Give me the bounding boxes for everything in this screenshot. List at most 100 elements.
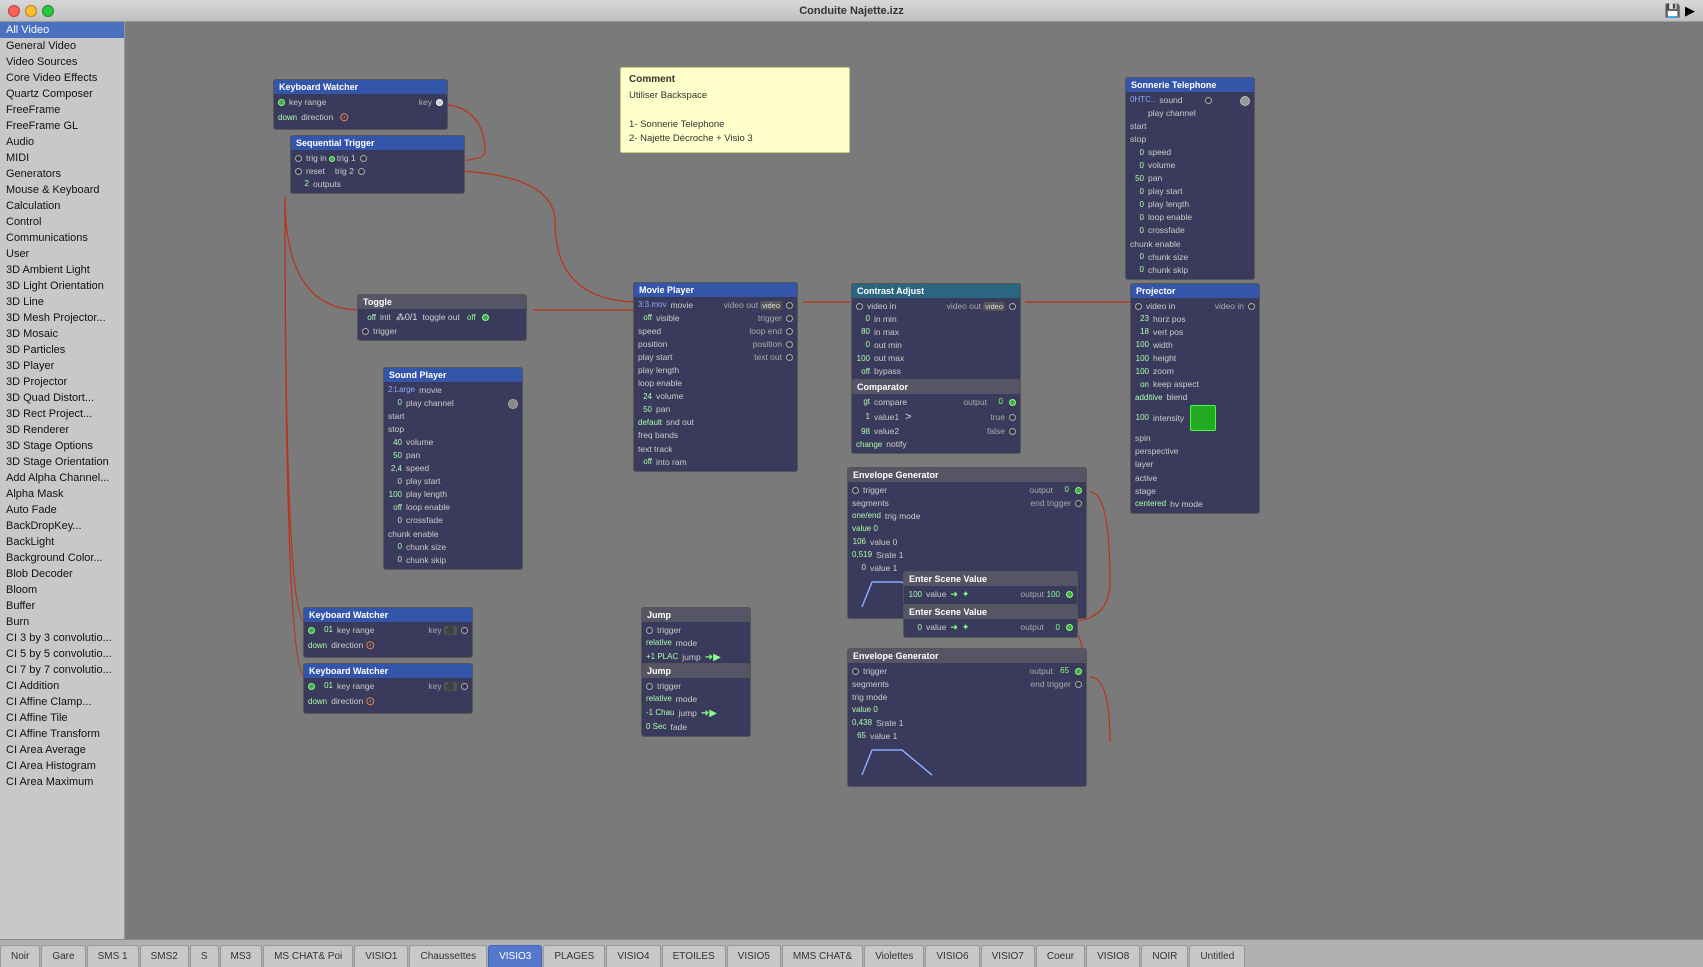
close-button[interactable] xyxy=(8,5,20,17)
node-toggle[interactable]: Toggle off init ⁂0/1 toggle out off trig… xyxy=(357,294,527,341)
sidebar-item-3d-mosaic[interactable]: 3D Mosaic xyxy=(0,326,124,342)
sidebar-item-blob[interactable]: Blob Decoder xyxy=(0,566,124,582)
node-envelope-gen-2[interactable]: Envelope Generator trigger output 65 seg… xyxy=(847,648,1087,787)
tab-visio6[interactable]: VISIO6 xyxy=(925,945,979,967)
canvas[interactable]: Comment Utiliser Backspace 1- Sonnerie T… xyxy=(125,22,1703,939)
sidebar-item-ci-affine-tile[interactable]: CI Affine Tile xyxy=(0,710,124,726)
sidebar-item-bg-color[interactable]: Background Color... xyxy=(0,550,124,566)
node-title: Enter Scene Value xyxy=(904,605,1077,619)
sidebar-item-3d-quad[interactable]: 3D Quad Distort... xyxy=(0,390,124,406)
tab-gare[interactable]: Gare xyxy=(41,945,85,967)
sidebar-item-communications[interactable]: Communications xyxy=(0,230,124,246)
sidebar-item-3d-line[interactable]: 3D Line xyxy=(0,294,124,310)
node-sonnerie-telephone[interactable]: Sonnerie Telephone 0HTC..sound play chan… xyxy=(1125,77,1255,280)
sidebar-item-3d-renderer[interactable]: 3D Renderer xyxy=(0,422,124,438)
port-out xyxy=(482,314,489,321)
sidebar-item-ci-area-hist[interactable]: CI Area Histogram xyxy=(0,758,124,774)
tab-etoiles[interactable]: ETOILES xyxy=(662,945,726,967)
node-sound-player[interactable]: Sound Player 2:Largemovie 0play channel … xyxy=(383,367,523,570)
sidebar-item-ci-affine-clamp[interactable]: CI Affine Clamp... xyxy=(0,694,124,710)
tab-visio1[interactable]: VISIO1 xyxy=(354,945,408,967)
node-sequential-trigger[interactable]: Sequential Trigger trig in trig 1 reset … xyxy=(290,135,465,194)
sidebar-item-freeframegl[interactable]: FreeFrame GL xyxy=(0,118,124,134)
sidebar-item-ci-area-max[interactable]: CI Area Maximum xyxy=(0,774,124,790)
sidebar-item-midi[interactable]: MIDI xyxy=(0,150,124,166)
tab-sms1[interactable]: SMS 1 xyxy=(87,945,139,967)
sidebar-item-burn[interactable]: Burn xyxy=(0,614,124,630)
node-title: Projector xyxy=(1131,284,1259,298)
sidebar-item-core-video-effects[interactable]: Core Video Effects xyxy=(0,70,124,86)
tab-coeur[interactable]: Coeur xyxy=(1036,945,1085,967)
tab-visio5[interactable]: VISIO5 xyxy=(727,945,781,967)
node-keyboard-watcher-3[interactable]: Keyboard Watcher 01 key range key ⬛ down… xyxy=(303,663,473,714)
node-enter-scene-2[interactable]: Enter Scene Value 0 value ➜ ✦ output 0 xyxy=(903,604,1078,638)
tab-visio8[interactable]: VISIO8 xyxy=(1086,945,1140,967)
sidebar-item-3d-mesh[interactable]: 3D Mesh Projector... xyxy=(0,310,124,326)
sidebar-item-3d-player[interactable]: 3D Player xyxy=(0,358,124,374)
port-trigger xyxy=(852,487,859,494)
tab-visio4[interactable]: VISIO4 xyxy=(606,945,660,967)
tab-untitled[interactable]: Untitled xyxy=(1189,945,1245,967)
tab-ms3[interactable]: MS3 xyxy=(220,945,263,967)
sidebar-item-3d-ambient[interactable]: 3D Ambient Light xyxy=(0,262,124,278)
tab-visio7[interactable]: VISIO7 xyxy=(981,945,1035,967)
port-true xyxy=(1009,414,1016,421)
save-icon[interactable]: 💾 xyxy=(1665,3,1681,19)
tab-noir[interactable]: Noir xyxy=(0,945,40,967)
sidebar-item-alpha-mask[interactable]: Alpha Mask xyxy=(0,486,124,502)
port-out xyxy=(461,683,468,690)
sidebar-item-freeframe[interactable]: FreeFrame xyxy=(0,102,124,118)
tab-chaussettes[interactable]: Chaussettes xyxy=(409,945,487,967)
node-keyboard-watcher-2[interactable]: Keyboard Watcher 01 key range key ⬛ down… xyxy=(303,607,473,658)
tab-noir2[interactable]: NOIR xyxy=(1141,945,1188,967)
tab-visio3[interactable]: VISIO3 xyxy=(488,945,542,967)
node-projector[interactable]: Projector video in video in 23horz pos 1… xyxy=(1130,283,1260,514)
tab-sms2[interactable]: SMS2 xyxy=(140,945,189,967)
tab-violettes[interactable]: Violettes xyxy=(864,945,924,967)
sidebar-item-generators[interactable]: Generators xyxy=(0,166,124,182)
sidebar-item-backdrop[interactable]: BackDropKey... xyxy=(0,518,124,534)
sidebar-item-video-sources[interactable]: Video Sources xyxy=(0,54,124,70)
port-in xyxy=(308,627,315,634)
sidebar-item-ci-add[interactable]: CI Addition xyxy=(0,678,124,694)
sidebar-item-ci3[interactable]: CI 3 by 3 convolutio... xyxy=(0,630,124,646)
sidebar-item-calculation[interactable]: Calculation xyxy=(0,198,124,214)
node-movie-player[interactable]: Movie Player 3:3.mov movie video out vid… xyxy=(633,282,798,472)
tab-mms-chat[interactable]: MMS CHAT& xyxy=(782,945,863,967)
port-out2 xyxy=(358,168,365,175)
tab-plages[interactable]: PLAGES xyxy=(543,945,605,967)
minimize-button[interactable] xyxy=(25,5,37,17)
sidebar-item-user[interactable]: User xyxy=(0,246,124,262)
sidebar-item-3d-rect[interactable]: 3D Rect Project... xyxy=(0,406,124,422)
sidebar-item-add-alpha[interactable]: Add Alpha Channel... xyxy=(0,470,124,486)
sidebar-item-mouse-keyboard[interactable]: Mouse & Keyboard xyxy=(0,182,124,198)
play-icon[interactable]: ▶ xyxy=(1685,3,1695,19)
sidebar-item-quartz[interactable]: Quartz Composer xyxy=(0,86,124,102)
sidebar-item-audio[interactable]: Audio xyxy=(0,134,124,150)
sidebar-item-control[interactable]: Control xyxy=(0,214,124,230)
sidebar-item-3d-projector[interactable]: 3D Projector xyxy=(0,374,124,390)
sidebar-item-auto-fade[interactable]: Auto Fade xyxy=(0,502,124,518)
tab-mschat-poi[interactable]: MS CHAT& Poi xyxy=(263,945,353,967)
sidebar-item-general-video[interactable]: General Video xyxy=(0,38,124,54)
sidebar-item-3d-stage-opts[interactable]: 3D Stage Options xyxy=(0,438,124,454)
sidebar-item-backlight[interactable]: BackLight xyxy=(0,534,124,550)
node-title: Envelope Generator xyxy=(848,649,1086,663)
node-comparator[interactable]: Comparator gt compare output 0 1 value1 … xyxy=(851,379,1021,454)
sidebar-item-bloom[interactable]: Bloom xyxy=(0,582,124,598)
sidebar-item-3d-stage-orient[interactable]: 3D Stage Orientation xyxy=(0,454,124,470)
node-jump-2[interactable]: Jump trigger relativemode -1 Chaujump➜▶ … xyxy=(641,663,751,737)
maximize-button[interactable] xyxy=(42,5,54,17)
sidebar-item-ci5[interactable]: CI 5 by 5 convolutio... xyxy=(0,646,124,662)
sidebar-item-3d-particles[interactable]: 3D Particles xyxy=(0,342,124,358)
sidebar-item-buffer[interactable]: Buffer xyxy=(0,598,124,614)
sidebar-item-all-video[interactable]: All Video xyxy=(0,22,124,38)
sidebar-item-ci7[interactable]: CI 7 by 7 convolutio... xyxy=(0,662,124,678)
node-title: Keyboard Watcher xyxy=(304,608,472,622)
node-keyboard-watcher-1[interactable]: Keyboard Watcher key range key down dire… xyxy=(273,79,448,130)
sidebar-item-ci-affine-trans[interactable]: CI Affine Transform xyxy=(0,726,124,742)
sidebar-item-3d-light[interactable]: 3D Light Orientation xyxy=(0,278,124,294)
tab-s[interactable]: S xyxy=(190,945,219,967)
sidebar-item-ci-area-avg[interactable]: CI Area Average xyxy=(0,742,124,758)
node-enter-scene-1[interactable]: Enter Scene Value 100 value ➜ ✦ output 1… xyxy=(903,571,1078,605)
